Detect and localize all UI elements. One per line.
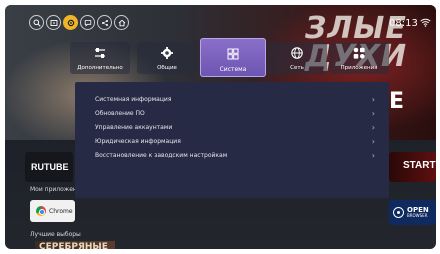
menu-item-label: Восстановление к заводским настройкам — [95, 151, 228, 159]
tab-general[interactable]: Общие — [137, 42, 197, 74]
tab-label: Общие — [157, 65, 177, 71]
gear-icon — [161, 47, 173, 59]
clock: 08:13 — [389, 18, 418, 29]
menu-item-software-update[interactable]: Обновление ПО › — [95, 106, 375, 120]
open-browser-app-tile[interactable]: OPEN BROWSER — [389, 200, 436, 225]
chrome-app-tile[interactable]: Chrome — [30, 200, 75, 222]
chrome-label: Chrome — [49, 207, 73, 215]
chevron-right-icon: › — [371, 94, 375, 104]
menu-item-legal-info[interactable]: Юридическая информация › — [95, 134, 375, 148]
menu-item-label: Системная информация — [95, 95, 172, 103]
settings-menu-list: Системная информация › Обновление ПО › У… — [95, 92, 375, 162]
tab-label: Система — [219, 66, 247, 73]
tab-label: Сеть — [290, 65, 304, 71]
globe-icon — [291, 47, 303, 59]
system-settings-panel: Системная информация › Обновление ПО › У… — [75, 82, 389, 198]
start-label: START — [403, 160, 436, 171]
tab-network[interactable]: Сеть — [267, 42, 327, 74]
chevron-right-icon: › — [371, 122, 375, 132]
tv-screen: ЗЛЫЕ ДУХИ E 08:13 RUTUBE Мои приложения — [5, 5, 436, 249]
sliders-icon — [95, 48, 105, 58]
tab-system[interactable]: Система — [200, 38, 266, 77]
menu-item-label: Юридическая информация — [95, 137, 181, 145]
menu-item-system-info[interactable]: Системная информация › — [95, 92, 375, 106]
top-icon-bar — [29, 15, 129, 30]
chevron-right-icon: › — [371, 108, 375, 118]
menu-item-accounts[interactable]: Управление аккаунтами › — [95, 120, 375, 134]
chevron-right-icon: › — [371, 136, 375, 146]
chevron-right-icon: › — [371, 150, 375, 160]
hero-side-letter: E — [389, 89, 405, 114]
open-browser-label-line2: BROWSER — [407, 213, 428, 218]
tab-advanced[interactable]: Дополнительно — [70, 42, 130, 74]
chat-icon[interactable] — [80, 15, 95, 30]
tab-label: Приложения — [340, 65, 378, 71]
start-app-tile[interactable]: START — [389, 152, 436, 182]
search-icon[interactable] — [29, 15, 44, 30]
wifi-icon — [420, 18, 431, 30]
menu-item-label: Управление аккаунтами — [95, 123, 173, 131]
menu-item-factory-reset[interactable]: Восстановление к заводским настройкам › — [95, 148, 375, 162]
input-source-icon[interactable] — [46, 15, 61, 30]
apps-icon — [353, 47, 365, 59]
tab-apps[interactable]: Приложения — [329, 42, 389, 74]
rutube-label: RUTUBE — [31, 162, 69, 172]
menu-item-label: Обновление ПО — [95, 109, 145, 117]
best-picks-heading: Лучшие выборы — [30, 231, 81, 238]
home-icon[interactable] — [114, 15, 129, 30]
picks-poster-tile[interactable]: СЕРЕБРЯНЫЕ — [35, 241, 115, 249]
open-browser-label: OPEN BROWSER — [407, 207, 429, 218]
settings-icon[interactable] — [63, 15, 78, 30]
chrome-icon — [36, 206, 46, 216]
grid-icon — [227, 48, 239, 60]
share-icon[interactable] — [97, 15, 112, 30]
open-browser-icon — [393, 207, 404, 218]
tab-label: Дополнительно — [77, 65, 123, 71]
rutube-app-tile[interactable]: RUTUBE — [25, 152, 73, 182]
